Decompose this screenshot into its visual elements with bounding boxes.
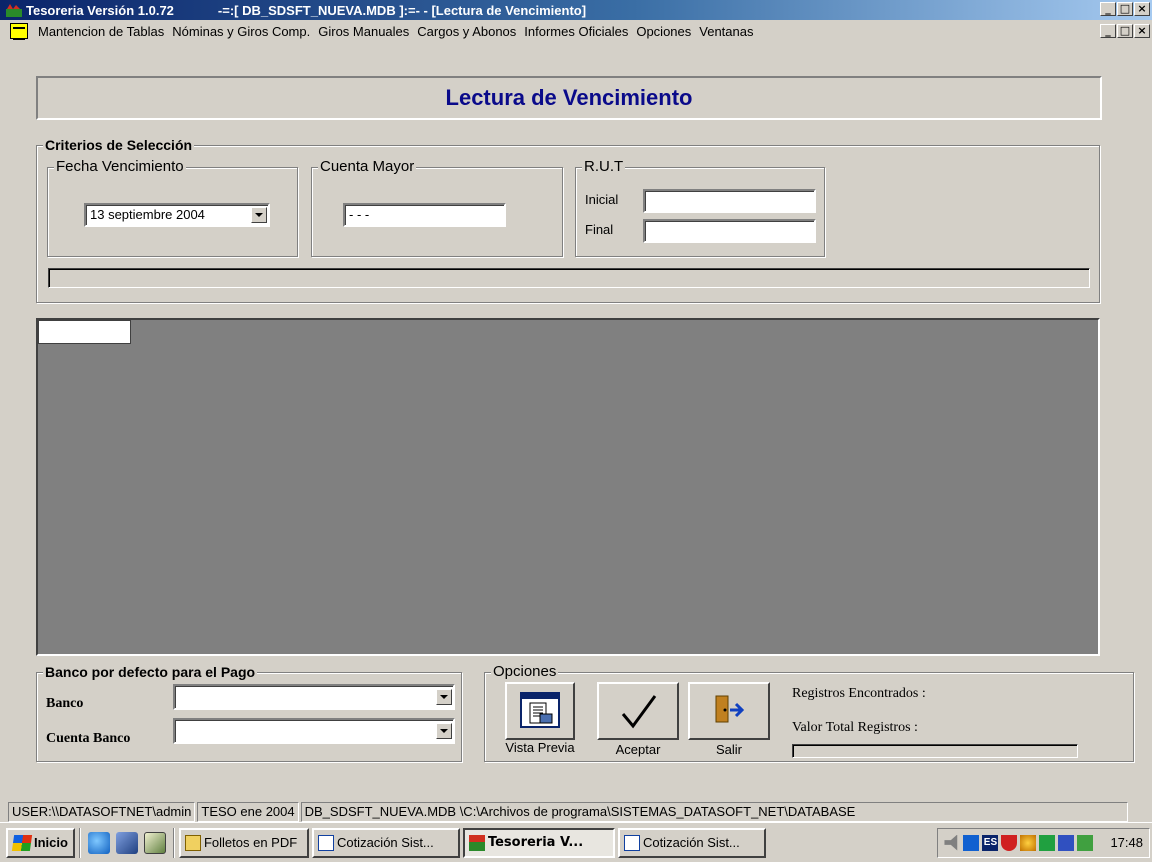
taskbar: Inicio Folletos en PDF Cotización Sist..… [0,822,1152,862]
opciones-legend: Opciones [491,663,559,680]
connection-icon[interactable] [1058,834,1075,851]
task-cotizacion-1[interactable]: Cotización Sist... [311,827,460,858]
fecha-vencimiento-picker[interactable]: 13 septiembre 2004 [84,203,270,227]
banco-legend: Banco por defecto para el Pago [43,664,258,680]
volume-icon[interactable] [944,834,958,851]
status-db-path: DB_SDSFT_NUEVA.MDB \C:\Archivos de progr… [300,802,1128,822]
criteria-progress-bar [48,268,1090,288]
menu-cargos-abonos[interactable]: Cargos y Abonos [413,24,520,39]
criteria-legend: Criterios de Selección [43,137,195,153]
sync-icon[interactable] [1039,834,1056,851]
banco-label: Banco [46,696,84,711]
tesoreria-app-icon [6,4,22,17]
task-folletos-pdf[interactable]: Folletos en PDF [178,827,309,858]
form-title-box: Lectura de Vencimiento [36,76,1102,120]
cuenta-mayor-value: - - - [349,207,370,222]
menu-mantencion-tablas[interactable]: Mantencion de Tablas [34,24,168,39]
rut-final-label: Final [585,222,614,237]
registros-encontrados-label: Registros Encontrados : [792,686,926,701]
word-document-icon [623,834,640,851]
valor-total-label: Valor Total Registros : [792,720,918,735]
grid-header-cell[interactable] [38,320,131,344]
rut-inicial-label: Inicial [585,192,619,207]
folder-icon [184,834,201,851]
vista-previa-label: Vista Previa [505,740,575,755]
salir-button[interactable] [688,682,770,740]
salir-label: Salir [715,742,742,757]
results-grid[interactable] [36,318,1100,656]
cuenta-banco-label: Cuenta Banco [46,731,131,746]
fecha-vencimiento-legend: Fecha Vencimiento [54,158,186,175]
menu-giros-manuales[interactable]: Giros Manuales [314,24,413,39]
mdi-maximize-button[interactable]: □ [1117,24,1133,38]
exit-door-icon [715,695,744,723]
task-tesoreria-label: Tesoreria V... [487,835,584,850]
cuenta-banco-select[interactable] [173,718,455,744]
document-menu-icon[interactable] [10,23,28,39]
start-label: Inicio [34,835,68,850]
menu-ventanas[interactable]: Ventanas [695,24,757,39]
cuenta-banco-dropdown-button[interactable] [436,723,452,739]
summary-progress-bar [792,744,1078,758]
banco-select[interactable] [173,684,455,710]
network-icon[interactable] [963,834,980,851]
task-folletos-label: Folletos en PDF [203,835,298,850]
chevron-down-icon [440,729,448,733]
date-dropdown-button[interactable] [251,207,267,223]
tesoreria-task-icon [468,834,485,851]
task-tesoreria[interactable]: Tesoreria V... [462,827,615,858]
rut-legend: R.U.T [582,158,626,175]
minimize-button[interactable]: _ [1100,2,1116,16]
word-document-icon [317,834,334,851]
chevron-down-icon [255,213,263,217]
outlook-express-icon[interactable] [115,831,138,854]
rut-inicial-input[interactable] [643,189,816,213]
menu-informes-oficiales[interactable]: Informes Oficiales [520,24,632,39]
menu-bar: Mantencion de Tablas Nóminas y Giros Com… [0,20,1152,42]
cuenta-mayor-legend: Cuenta Mayor [318,158,417,175]
checkmark-icon [621,695,657,729]
window-subtitle: -=:[ DB_SDSFT_NUEVA.MDB ]:=- - [Lectura … [217,2,587,18]
update-icon[interactable] [1077,834,1094,851]
cuenta-mayor-field[interactable]: - - - [343,203,506,227]
task-cotizacion-2[interactable]: Cotización Sist... [617,827,766,858]
internet-explorer-icon[interactable] [87,831,110,854]
task-cotizacion-1-label: Cotización Sist... [336,835,434,850]
print-preview-icon [520,692,560,728]
chevron-down-icon [440,695,448,699]
status-period: TESO ene 2004 [197,802,299,822]
windows-logo-icon [11,834,33,851]
taskbar-separator [78,827,81,858]
status-user: USER:\\DATASOFTNET\admin [8,802,196,822]
language-indicator[interactable]: ES [982,834,999,851]
status-bar: USER:\\DATASOFTNET\admin TESO ene 2004 D… [8,802,1130,822]
title-bar[interactable]: Tesoreria Versión 1.0.72 -=:[ DB_SDSFT_N… [0,0,1152,20]
aceptar-button[interactable] [597,682,679,740]
vista-previa-button[interactable] [505,682,575,740]
aceptar-label: Aceptar [615,742,661,757]
task-cotizacion-2-label: Cotización Sist... [642,835,740,850]
antivirus-shield-icon[interactable] [1001,834,1018,851]
maximize-button[interactable]: □ [1117,2,1133,16]
show-desktop-icon[interactable] [143,831,166,854]
mdi-minimize-button[interactable]: _ [1100,24,1116,38]
system-tray: ES 17:48 [937,827,1150,858]
messenger-icon[interactable] [1020,834,1037,851]
banco-dropdown-button[interactable] [436,689,452,705]
mdi-close-button[interactable]: × [1134,24,1150,38]
app-title: Tesoreria Versión 1.0.72 [26,2,174,18]
taskbar-separator [172,827,175,858]
page-title: Lectura de Vencimiento [445,85,693,110]
start-button[interactable]: Inicio [6,827,75,858]
menu-opciones[interactable]: Opciones [632,24,695,39]
rut-final-input[interactable] [643,219,816,243]
close-button[interactable]: × [1134,2,1150,16]
clock[interactable]: 17:48 [1110,835,1143,850]
menu-nominas-giros[interactable]: Nóminas y Giros Comp. [168,24,314,39]
fecha-vencimiento-value: 13 septiembre 2004 [90,207,205,222]
